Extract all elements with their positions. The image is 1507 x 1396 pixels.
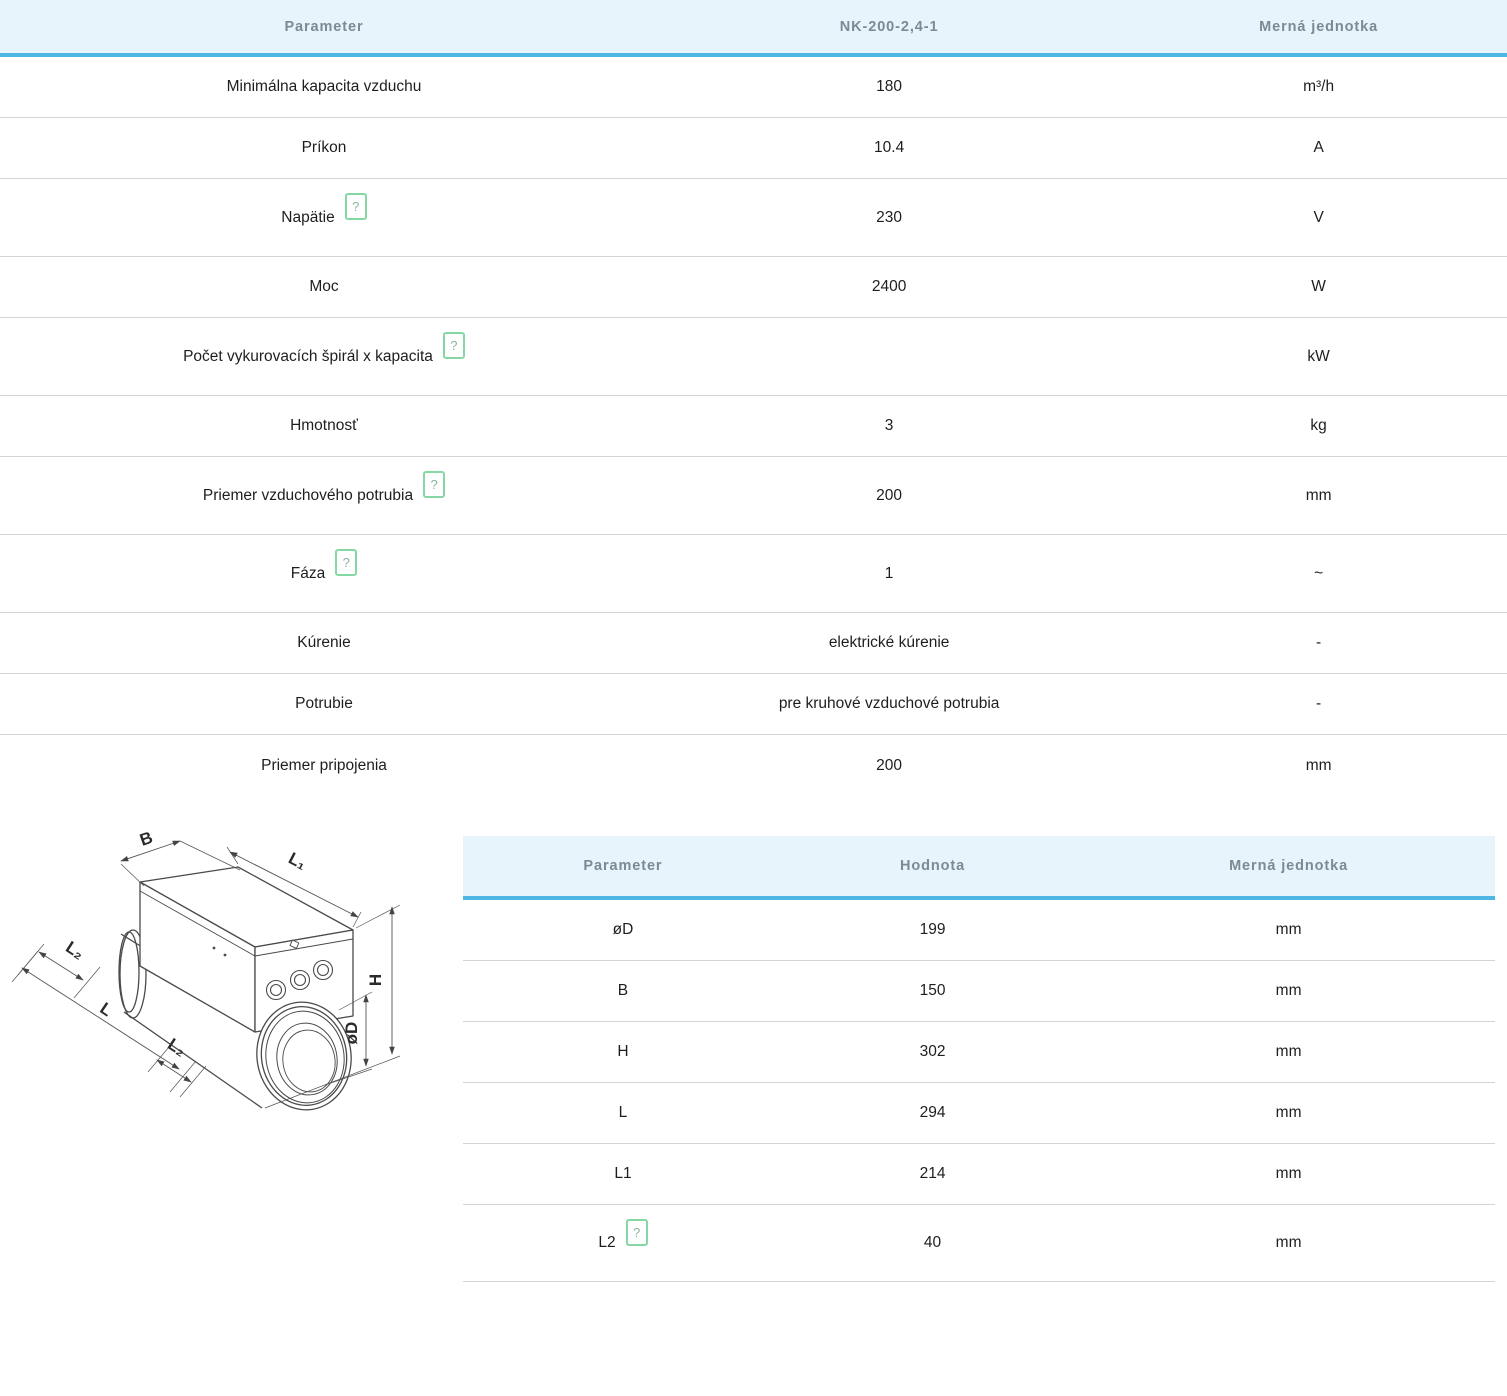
help-icon[interactable]: ? bbox=[626, 1219, 648, 1246]
parameter-value: 180 bbox=[648, 78, 1130, 96]
parameter-value: 150 bbox=[783, 982, 1082, 1000]
column-header-unit: Merná jednotka bbox=[1082, 858, 1495, 874]
table-row: H 302 mm bbox=[463, 1022, 1495, 1083]
dim-label-h: H bbox=[366, 974, 385, 986]
dimensions-table-body: øD 199 mm B 150 mm H 302 mm L 294 mm L1 bbox=[463, 900, 1495, 1282]
table-row: Príkon 10.4 A bbox=[0, 118, 1507, 179]
table-row: Moc 2400 W bbox=[0, 257, 1507, 318]
parameter-label: L bbox=[619, 1104, 628, 1122]
column-header-unit: Merná jednotka bbox=[1130, 19, 1507, 35]
parameter-value: 302 bbox=[783, 1043, 1082, 1061]
parameter-label: Kúrenie bbox=[297, 634, 350, 652]
dimension-drawing: B L₁ L₂ L L₂ H øD bbox=[8, 820, 458, 1132]
parameter-label: Hmotnosť bbox=[290, 417, 358, 435]
parameter-value: pre kruhové vzduchové potrubia bbox=[648, 695, 1130, 713]
duct-heater-outline bbox=[119, 867, 359, 1117]
parameter-label: Počet vykurovacích špirál x kapacita bbox=[183, 348, 433, 366]
help-icon[interactable]: ? bbox=[335, 549, 357, 576]
table-row: L 294 mm bbox=[463, 1083, 1495, 1144]
parameter-value: 214 bbox=[783, 1165, 1082, 1183]
parameter-value: 200 bbox=[648, 487, 1130, 505]
column-header-parameter: Parameter bbox=[0, 19, 648, 35]
column-header-value: Hodnota bbox=[783, 858, 1082, 874]
parameter-unit: V bbox=[1130, 209, 1507, 227]
parameter-unit: kg bbox=[1130, 417, 1507, 435]
parameter-unit: mm bbox=[1082, 1234, 1495, 1252]
parameter-label: L1 bbox=[614, 1165, 631, 1183]
parameter-value: 294 bbox=[783, 1104, 1082, 1122]
table-row: Počet vykurovacích špirál x kapacita ? k… bbox=[0, 318, 1507, 396]
parameter-value: 199 bbox=[783, 921, 1082, 939]
parameter-value: 10.4 bbox=[648, 139, 1130, 157]
parameter-value: 230 bbox=[648, 209, 1130, 227]
parameter-unit: m³/h bbox=[1130, 78, 1507, 96]
dimensions-table: Parameter Hodnota Merná jednotka øD 199 … bbox=[463, 836, 1495, 1282]
table-row: Priemer pripojenia 200 mm bbox=[0, 735, 1507, 797]
parameter-unit: - bbox=[1130, 634, 1507, 652]
table-row: Priemer vzduchového potrubia ? 200 mm bbox=[0, 457, 1507, 535]
table-row: Kúrenie elektrické kúrenie - bbox=[0, 613, 1507, 674]
help-icon[interactable]: ? bbox=[423, 471, 445, 498]
column-header-parameter: Parameter bbox=[463, 858, 783, 874]
parameter-value: 1 bbox=[648, 565, 1130, 583]
dim-label-l: L bbox=[96, 999, 115, 1021]
parameter-unit: mm bbox=[1082, 1165, 1495, 1183]
table-row: Minimálna kapacita vzduchu 180 m³/h bbox=[0, 57, 1507, 118]
table-row: Fáza ? 1 ~ bbox=[0, 535, 1507, 613]
parameter-label: H bbox=[617, 1043, 628, 1061]
table-row: Potrubie pre kruhové vzduchové potrubia … bbox=[0, 674, 1507, 735]
parameter-label: Príkon bbox=[302, 139, 347, 157]
help-icon[interactable]: ? bbox=[443, 332, 465, 359]
spec-table-body: Minimálna kapacita vzduchu 180 m³/h Prík… bbox=[0, 57, 1507, 797]
parameter-unit: mm bbox=[1082, 982, 1495, 1000]
parameter-unit: mm bbox=[1082, 1043, 1495, 1061]
dim-label-l2-top: L₂ bbox=[62, 938, 87, 964]
parameter-label: Napätie bbox=[281, 209, 334, 227]
spec-table-header: Parameter NK-200-2,4-1 Merná jednotka bbox=[0, 0, 1507, 57]
parameter-unit: - bbox=[1130, 695, 1507, 713]
dim-label-l2-bottom: L₂ bbox=[164, 1035, 189, 1061]
dim-label-od: øD bbox=[342, 1022, 361, 1045]
parameter-label: øD bbox=[613, 921, 634, 939]
parameter-label: Potrubie bbox=[295, 695, 353, 713]
table-row: Napätie ? 230 V bbox=[0, 179, 1507, 257]
parameter-value: 3 bbox=[648, 417, 1130, 435]
parameter-unit: mm bbox=[1130, 487, 1507, 505]
parameter-label: Moc bbox=[309, 278, 338, 296]
parameter-unit: mm bbox=[1082, 921, 1495, 939]
parameter-unit: A bbox=[1130, 139, 1507, 157]
parameter-unit: W bbox=[1130, 278, 1507, 296]
parameter-unit: ~ bbox=[1130, 565, 1507, 583]
parameter-label: L2 bbox=[598, 1234, 615, 1252]
spec-table: Parameter NK-200-2,4-1 Merná jednotka Mi… bbox=[0, 0, 1507, 797]
parameter-unit: mm bbox=[1130, 757, 1507, 775]
parameter-value: elektrické kúrenie bbox=[648, 634, 1130, 652]
table-row: Hmotnosť 3 kg bbox=[0, 396, 1507, 457]
dim-label-l1: L₁ bbox=[285, 849, 309, 874]
parameter-value: 200 bbox=[648, 757, 1130, 775]
parameter-unit: mm bbox=[1082, 1104, 1495, 1122]
parameter-label: Minimálna kapacita vzduchu bbox=[227, 78, 422, 96]
parameter-label: Fáza bbox=[291, 565, 325, 583]
parameter-label: Priemer vzduchového potrubia bbox=[203, 487, 413, 505]
dim-label-b: B bbox=[137, 828, 155, 850]
table-row: øD 199 mm bbox=[463, 900, 1495, 961]
page: Parameter NK-200-2,4-1 Merná jednotka Mi… bbox=[0, 0, 1507, 1396]
table-row: B 150 mm bbox=[463, 961, 1495, 1022]
help-icon[interactable]: ? bbox=[345, 193, 367, 220]
dimensions-table-header: Parameter Hodnota Merná jednotka bbox=[463, 836, 1495, 900]
parameter-unit: kW bbox=[1130, 348, 1507, 366]
parameter-value: 40 bbox=[783, 1234, 1082, 1252]
column-header-model: NK-200-2,4-1 bbox=[648, 19, 1130, 35]
parameter-label: B bbox=[618, 982, 628, 1000]
table-row: L1 214 mm bbox=[463, 1144, 1495, 1205]
parameter-label: Priemer pripojenia bbox=[261, 757, 387, 775]
table-row: L2 ? 40 mm bbox=[463, 1205, 1495, 1282]
parameter-value: 2400 bbox=[648, 278, 1130, 296]
